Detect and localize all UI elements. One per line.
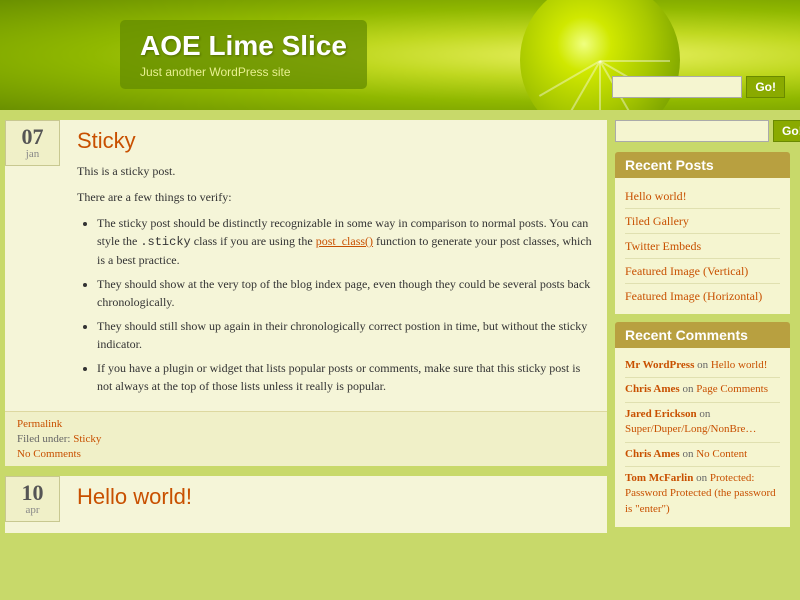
post-body-sticky: This is a sticky post. There are a few t… [77, 162, 595, 395]
post-class-link[interactable]: post_class() [316, 234, 373, 248]
list-item: Featured Image (Horizontal) [625, 284, 780, 308]
post-bullets: The sticky post should be distinctly rec… [97, 214, 595, 395]
sidebar-search-form[interactable]: Go! [615, 120, 790, 142]
list-item: If you have a plugin or widget that list… [97, 359, 595, 395]
post-content-hello: Hello world! [65, 476, 607, 533]
recent-post-link[interactable]: Hello world! [625, 189, 687, 203]
site-tagline: Just another WordPress site [140, 65, 347, 79]
comment-link[interactable]: Page Comments [696, 383, 768, 395]
permalink-line: Permalink [17, 418, 595, 430]
comment-entry: Chris Ames on Page Comments [625, 378, 780, 402]
post-date-hello: 10 apr [5, 476, 60, 522]
comment-link[interactable]: No Content [696, 448, 747, 460]
recent-post-link[interactable]: Twitter Embeds [625, 239, 701, 253]
comment-on: on [697, 359, 708, 371]
sidebar-search-button[interactable]: Go! [773, 120, 800, 142]
comment-entry: Chris Ames on No Content [625, 443, 780, 467]
post-day: 07 [11, 126, 54, 148]
site-header: AOE Lime Slice Just another WordPress si… [0, 0, 800, 110]
recent-posts-widget: Recent Posts Hello world! Tiled Gallery … [615, 152, 790, 314]
comment-on: on [696, 472, 710, 484]
list-item: Hello world! [625, 184, 780, 209]
comments-line: No Comments [17, 448, 595, 460]
post-meta-sticky: Permalink Filed under: Sticky No Comment… [5, 411, 607, 466]
list-item: The sticky post should be distinctly rec… [97, 214, 595, 269]
comment-entry: Jared Erickson on Super/Duper/Long/NonBr… [625, 403, 780, 443]
comment-entry: Mr WordPress on Hello world! [625, 354, 780, 378]
recent-post-link[interactable]: Tiled Gallery [625, 214, 689, 228]
recent-comments-body: Mr WordPress on Hello world! Chris Ames … [615, 348, 790, 527]
header-search-input[interactable] [612, 76, 742, 98]
post-hello-world: 10 apr Hello world! [5, 476, 607, 533]
list-item: Twitter Embeds [625, 234, 780, 259]
recent-comments-title: Recent Comments [615, 322, 790, 348]
post-month: jan [11, 148, 54, 160]
list-item: Featured Image (Vertical) [625, 259, 780, 284]
header-search-form[interactable]: Go! [612, 76, 785, 98]
recent-posts-list: Hello world! Tiled Gallery Twitter Embed… [625, 184, 780, 308]
post-content-sticky: Sticky This is a sticky post. There are … [65, 120, 607, 411]
list-item: They should still show up again in their… [97, 317, 595, 353]
post-intro2: There are a few things to verify: [77, 188, 595, 206]
comment-on: on [682, 448, 696, 460]
post-sticky: 07 jan Sticky This is a sticky post. The… [5, 120, 607, 466]
recent-posts-body: Hello world! Tiled Gallery Twitter Embed… [615, 178, 790, 314]
comment-entry: Tom McFarlin on Protected: Password Prot… [625, 467, 780, 521]
post-title-hello: Hello world! [77, 484, 595, 510]
recent-posts-title: Recent Posts [615, 152, 790, 178]
sidebar-search-input[interactable] [615, 120, 769, 142]
post-day: 10 [11, 482, 54, 504]
header-search-button[interactable]: Go! [746, 76, 785, 98]
comment-author: Jared Erickson [625, 408, 697, 420]
recent-comments-widget: Recent Comments Mr WordPress on Hello wo… [615, 322, 790, 527]
filed-category-link[interactable]: Sticky [73, 433, 101, 445]
comment-link[interactable]: Hello world! [711, 359, 768, 371]
post-month: apr [11, 504, 54, 516]
comment-author: Chris Ames [625, 448, 680, 460]
post-title-sticky: Sticky [77, 128, 595, 154]
filed-line: Filed under: Sticky [17, 433, 595, 445]
sidebar: Go! Recent Posts Hello world! Tiled Gall… [615, 120, 790, 543]
header-title-box: AOE Lime Slice Just another WordPress si… [120, 20, 367, 89]
comment-author: Mr WordPress [625, 359, 694, 371]
comment-on: on [682, 383, 696, 395]
post-title-link[interactable]: Hello world! [77, 484, 192, 509]
recent-post-link[interactable]: Featured Image (Vertical) [625, 264, 748, 278]
post-date-sticky: 07 jan [5, 120, 60, 166]
list-item: They should show at the very top of the … [97, 275, 595, 311]
recent-post-link[interactable]: Featured Image (Horizontal) [625, 289, 762, 303]
site-title: AOE Lime Slice [140, 30, 347, 62]
comment-on: on [699, 408, 710, 420]
list-item: Tiled Gallery [625, 209, 780, 234]
permalink-link[interactable]: Permalink [17, 418, 62, 430]
post-intro1: This is a sticky post. [77, 162, 595, 180]
comment-author: Chris Ames [625, 383, 680, 395]
comments-link[interactable]: No Comments [17, 448, 81, 460]
main-content: 07 jan Sticky This is a sticky post. The… [5, 120, 607, 543]
comment-author: Tom McFarlin [625, 472, 693, 484]
comment-link[interactable]: Super/Duper/Long/NonBre… [625, 423, 756, 435]
